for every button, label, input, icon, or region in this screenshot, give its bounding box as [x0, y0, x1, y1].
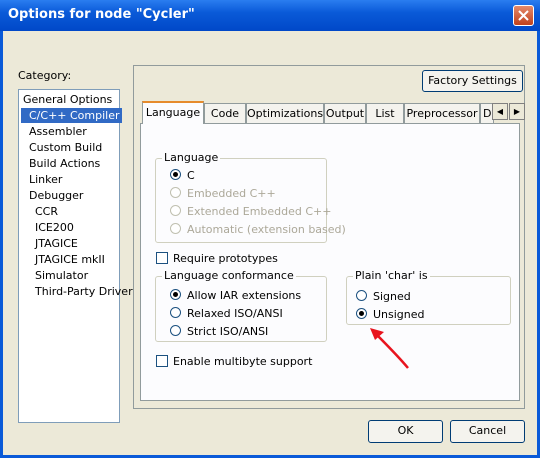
radio-label: Automatic (extension based): [187, 223, 346, 236]
title-bar[interactable]: Options for node "Cycler": [0, 0, 540, 31]
radio-button: [170, 307, 181, 318]
category-item-jtagice[interactable]: JTAGICE: [33, 236, 80, 251]
radio-label: Strict ISO/ANSI: [187, 325, 269, 338]
tab-scroll-left-button[interactable]: ◀: [492, 103, 508, 120]
category-item-debugger[interactable]: Debugger: [27, 188, 85, 203]
close-button[interactable]: [513, 5, 534, 26]
checkbox-label: Enable multibyte support: [173, 355, 313, 368]
conformance-group: Language conformance Allow IAR extension…: [155, 269, 327, 342]
category-item-build-actions[interactable]: Build Actions: [27, 156, 102, 171]
category-item-ice200[interactable]: ICE200: [33, 220, 76, 235]
cancel-button[interactable]: Cancel: [450, 420, 525, 443]
radio-button: [170, 169, 181, 180]
window-title: Options for node "Cycler": [8, 7, 195, 22]
radio-label: C: [187, 169, 195, 182]
radio-label: Allow IAR extensions: [187, 289, 302, 302]
category-item-c-compiler[interactable]: C/C++ Compiler: [21, 108, 122, 123]
tab-list[interactable]: List: [366, 103, 404, 123]
tab-scroll-right-button[interactable]: ▶: [509, 103, 525, 120]
radio-label: Relaxed ISO/ANSI: [187, 307, 283, 320]
category-item-jtagice-mkii[interactable]: JTAGICE mkII: [33, 252, 107, 267]
red-arrow-annotation-icon: [370, 328, 409, 369]
radio-label: Signed: [373, 290, 411, 303]
ok-button[interactable]: OK: [368, 420, 443, 443]
category-list[interactable]: General Options C/C++ Compiler Assembler…: [18, 89, 133, 423]
category-item-linker[interactable]: Linker: [27, 172, 64, 187]
radio-label: Extended Embedded C++: [187, 205, 332, 218]
radio-button: [170, 205, 181, 216]
checkbox: [156, 355, 168, 367]
tab-preprocessor[interactable]: Preprocessor: [404, 103, 480, 123]
category-item-third-party-driver[interactable]: Third-Party Driver: [33, 284, 135, 299]
conformance-group-title: Language conformance: [162, 269, 296, 282]
radio-label: Embedded C++: [187, 187, 276, 200]
plain-char-group: Plain 'char' is Signed Unsigned: [346, 269, 511, 325]
radio-button: [170, 223, 181, 234]
tab-language[interactable]: Language: [142, 101, 204, 124]
triangle-right-icon: ▶: [513, 107, 521, 116]
language-group-title: Language: [162, 151, 221, 164]
checkbox: [156, 252, 168, 264]
language-tab-page: Language C Embedded C++ Extended Embedde…: [140, 123, 520, 401]
tab-output[interactable]: Output: [324, 103, 366, 123]
radio-button: [356, 290, 367, 301]
close-icon: [518, 10, 529, 21]
radio-label: Unsigned: [373, 308, 425, 321]
tab-scroll-arrows: ◀ ▶: [492, 103, 526, 120]
triangle-left-icon: ◀: [496, 107, 504, 116]
category-item-simulator[interactable]: Simulator: [33, 268, 90, 283]
tab-code[interactable]: Code: [204, 103, 246, 123]
category-item-ccr[interactable]: CCR: [33, 204, 60, 219]
category-item-general-options[interactable]: General Options: [21, 92, 114, 107]
tab-optimizations[interactable]: Optimizations: [246, 103, 324, 123]
category-label: Category:: [18, 69, 72, 82]
language-group: Language C Embedded C++ Extended Embedde…: [155, 151, 346, 243]
category-item-assembler[interactable]: Assembler: [27, 124, 89, 139]
radio-button: [170, 187, 181, 198]
radio-button: [170, 325, 181, 336]
factory-settings-button[interactable]: Factory Settings: [422, 70, 523, 92]
radio-button: [170, 289, 181, 300]
radio-button: [356, 308, 367, 319]
checkbox-label: Require prototypes: [173, 252, 278, 265]
plain-char-group-title: Plain 'char' is: [353, 269, 430, 282]
category-item-custom-build[interactable]: Custom Build: [27, 140, 104, 155]
